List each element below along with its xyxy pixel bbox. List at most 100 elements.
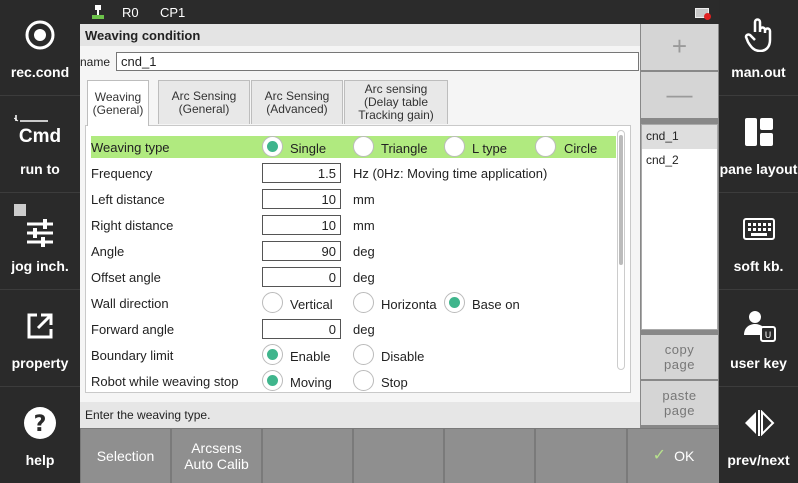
fkey-5[interactable] bbox=[445, 429, 534, 483]
hand-pointer-icon bbox=[744, 18, 771, 52]
wall-direction-row: Wall direction Vertical Horizonta Base o… bbox=[91, 292, 616, 314]
soft-kb-label: soft kb. bbox=[733, 258, 784, 274]
name-input[interactable]: cnd_1 bbox=[116, 52, 639, 71]
angle-input[interactable]: 90 bbox=[262, 241, 341, 261]
property-button[interactable]: property bbox=[0, 291, 80, 387]
record-icon bbox=[25, 20, 55, 50]
radio-l-type[interactable] bbox=[444, 136, 465, 157]
property-label: property bbox=[11, 355, 69, 371]
rec-cond-button[interactable]: rec.cond bbox=[0, 0, 80, 96]
radio-single[interactable] bbox=[262, 136, 283, 157]
field-label: Forward angle bbox=[91, 322, 175, 337]
frequency-row: Frequency 1.5 Hz (0Hz: Moving time appli… bbox=[91, 162, 616, 184]
fkey-4[interactable] bbox=[354, 429, 443, 483]
scrollbar-thumb[interactable] bbox=[619, 135, 623, 265]
flag-icon bbox=[695, 8, 711, 20]
weaving-type-label: Weaving type bbox=[91, 140, 170, 155]
help-button[interactable]: ? help bbox=[0, 388, 80, 483]
fkey-label: Arcsens Auto Calib bbox=[184, 440, 249, 472]
check-icon: ✓ bbox=[652, 447, 667, 464]
boundary-limit-row: Boundary limit Enable Disable bbox=[91, 344, 616, 366]
list-item[interactable]: cnd_1 bbox=[642, 125, 717, 149]
status-message: Enter the weaving type. bbox=[80, 402, 640, 428]
prev-next-label: prev/next bbox=[727, 452, 790, 468]
paste-page-button[interactable]: paste page bbox=[641, 381, 718, 425]
offset-angle-row: Offset angle 0 deg bbox=[91, 266, 616, 288]
left-distance-row: Left distance 10 mm bbox=[91, 188, 616, 210]
tab-weaving-general[interactable]: Weaving (General) bbox=[87, 80, 149, 126]
fkey-3[interactable] bbox=[263, 429, 352, 483]
jog-inch-button[interactable]: jog inch. bbox=[0, 194, 80, 290]
tab-arc-sensing-advanced[interactable]: Arc Sensing (Advanced) bbox=[251, 80, 343, 124]
radio-vertical[interactable] bbox=[262, 292, 283, 313]
help-label: help bbox=[25, 452, 55, 468]
tab-label: Weaving (General) bbox=[92, 89, 144, 117]
radio-label: Circle bbox=[564, 141, 598, 156]
boundary-limit-label: Boundary limit bbox=[91, 348, 174, 363]
add-button[interactable]: + bbox=[641, 24, 718, 70]
radio-label: Vertical bbox=[290, 297, 333, 312]
radio-label: Enable bbox=[290, 349, 331, 364]
radio-stop[interactable] bbox=[353, 370, 374, 391]
fkey-6[interactable] bbox=[536, 429, 626, 483]
robot-icon bbox=[92, 5, 104, 19]
field-unit: mm bbox=[353, 218, 375, 233]
selection-button[interactable]: Selection bbox=[81, 429, 170, 483]
radio-triangle[interactable] bbox=[353, 136, 374, 157]
weaving-condition-dialog: Weaving condition name cnd_1 Weaving (Ge… bbox=[80, 24, 640, 428]
angle-row: Angle 90 deg bbox=[91, 240, 616, 262]
arcsens-auto-calib-button[interactable]: Arcsens Auto Calib bbox=[172, 429, 261, 483]
offset-angle-input[interactable]: 0 bbox=[262, 267, 341, 287]
forward-angle-input[interactable]: 0 bbox=[262, 319, 341, 339]
panel-scrollbar[interactable] bbox=[617, 130, 625, 370]
radio-horizontal[interactable] bbox=[353, 292, 374, 313]
user-key-icon: U bbox=[743, 311, 776, 342]
frequency-input[interactable]: 1.5 bbox=[262, 163, 341, 183]
function-key-bar: Selection Arcsens Auto Calib ✓ OK bbox=[80, 428, 719, 483]
left-distance-input[interactable]: 10 bbox=[262, 189, 341, 209]
help-icon: ? bbox=[24, 407, 56, 439]
wall-direction-label: Wall direction bbox=[91, 296, 169, 311]
soft-kb-button[interactable]: soft kb. bbox=[719, 194, 798, 290]
pane-layout-button[interactable]: pane layout bbox=[719, 97, 798, 193]
man-out-button[interactable]: man.out bbox=[719, 0, 798, 96]
field-label: Offset angle bbox=[91, 270, 161, 285]
radio-base-on[interactable] bbox=[444, 292, 465, 313]
field-label: Frequency bbox=[91, 166, 153, 181]
tab-label: Arc Sensing (General) bbox=[171, 88, 237, 116]
layout-icon bbox=[744, 118, 773, 146]
ok-button[interactable]: ✓ OK bbox=[628, 429, 719, 483]
copy-page-button[interactable]: copy page bbox=[641, 335, 718, 379]
pane-layout-label: pane layout bbox=[719, 161, 798, 177]
copy-page-label: copy page bbox=[664, 342, 695, 372]
name-label: name bbox=[80, 55, 111, 69]
radio-label: Stop bbox=[381, 375, 408, 390]
tab-arc-sensing-delay[interactable]: Arc sensing (Delay table Tracking gain) bbox=[344, 80, 448, 124]
tab-arc-sensing-general[interactable]: Arc Sensing (General) bbox=[158, 80, 250, 124]
program-name: CP1 bbox=[160, 5, 186, 20]
prev-next-button[interactable]: prev/next bbox=[719, 388, 798, 483]
man-out-label: man.out bbox=[731, 64, 786, 80]
condition-list-panel: + — cnd_1 cnd_2 copy page paste page bbox=[640, 24, 719, 428]
svg-text:?: ? bbox=[34, 412, 47, 437]
radio-label: L type bbox=[472, 141, 507, 156]
radio-enable[interactable] bbox=[262, 344, 283, 365]
svg-text:U: U bbox=[764, 331, 771, 341]
robot-number: R0 bbox=[122, 5, 139, 20]
field-unit: deg bbox=[353, 270, 375, 285]
jog-inch-label: jog inch. bbox=[11, 258, 69, 274]
field-unit: mm bbox=[353, 192, 375, 207]
right-distance-input[interactable]: 10 bbox=[262, 215, 341, 235]
radio-disable[interactable] bbox=[353, 344, 374, 365]
user-key-button[interactable]: U user key bbox=[719, 291, 798, 387]
field-unit: deg bbox=[353, 244, 375, 259]
run-to-button[interactable]: Cmd run to bbox=[0, 97, 80, 193]
radio-circle[interactable] bbox=[535, 136, 556, 157]
radio-moving[interactable] bbox=[262, 370, 283, 391]
cmd-icon: Cmd bbox=[18, 126, 62, 147]
robot-weaving-stop-row: Robot while weaving stop Moving Stop bbox=[91, 370, 616, 392]
remove-button[interactable]: — bbox=[641, 72, 718, 118]
ok-label: OK bbox=[674, 448, 695, 464]
list-item[interactable]: cnd_2 bbox=[642, 149, 717, 173]
tab-label: Arc Sensing (Advanced) bbox=[264, 88, 330, 116]
